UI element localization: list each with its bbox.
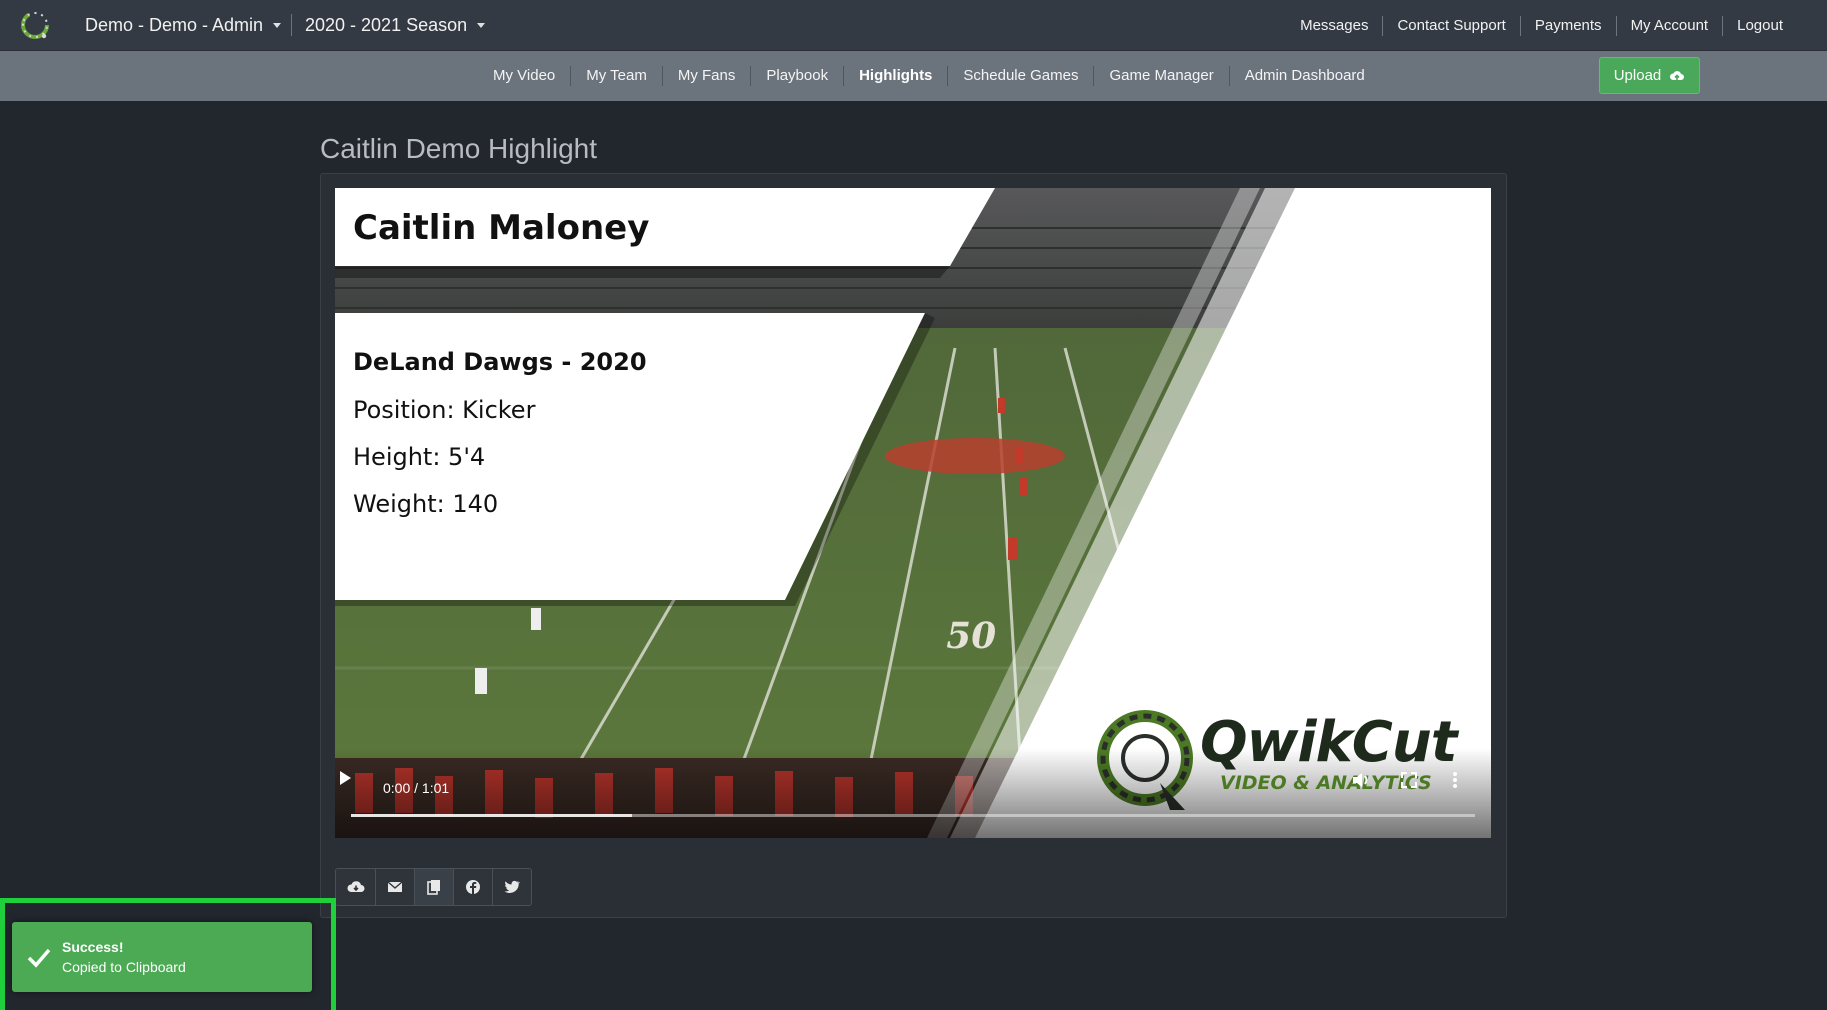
facebook-icon xyxy=(466,880,480,894)
email-button[interactable] xyxy=(375,869,414,905)
nav-my-fans[interactable]: My Fans xyxy=(661,66,751,86)
success-toast[interactable]: Success! Copied to Clipboard xyxy=(12,922,312,992)
link-my-account[interactable]: My Account xyxy=(1615,15,1723,36)
team-line: DeLand Dawgs - 2020 xyxy=(353,348,647,376)
cloud-upload-icon xyxy=(1670,70,1685,81)
toast-title: Success! xyxy=(62,939,124,955)
season-selector-label: 2020 - 2021 Season xyxy=(305,15,468,35)
fullscreen-icon[interactable] xyxy=(1397,768,1421,792)
envelope-icon xyxy=(387,881,403,892)
nav-schedule-games[interactable]: Schedule Games xyxy=(947,66,1093,86)
play-icon[interactable] xyxy=(335,768,355,788)
divider xyxy=(291,14,292,36)
copy-link-button[interactable] xyxy=(414,869,453,905)
time-display: 0:00 / 1:01 xyxy=(383,780,450,796)
main-nav: My Video My Team My Fans Playbook Highli… xyxy=(0,51,1827,101)
nav-highlights[interactable]: Highlights xyxy=(843,66,947,86)
toast-message: Copied to Clipboard xyxy=(62,959,186,975)
upload-button-label: Upload xyxy=(1613,67,1662,84)
link-payments[interactable]: Payments xyxy=(1519,15,1616,36)
facebook-button[interactable] xyxy=(453,869,492,905)
video-player[interactable]: 40 50 xyxy=(335,188,1491,838)
cloud-download-icon xyxy=(346,881,364,892)
volume-icon[interactable] xyxy=(1349,768,1373,792)
nav-admin-dashboard[interactable]: Admin Dashboard xyxy=(1228,66,1380,86)
caret-down-icon xyxy=(273,23,282,28)
field-number-50: 50 xyxy=(942,614,1000,657)
nav-my-team[interactable]: My Team xyxy=(570,66,662,86)
copy-icon xyxy=(427,880,440,895)
height-line: Height: 5'4 xyxy=(353,443,486,471)
brand-name: QwikCut xyxy=(1200,710,1458,775)
checkmark-icon xyxy=(27,948,51,968)
twitter-icon xyxy=(504,880,520,893)
progress-bar[interactable] xyxy=(351,814,1475,817)
buffered-fill xyxy=(351,814,632,817)
org-selector-label: Demo - Demo - Admin xyxy=(85,15,264,35)
link-logout[interactable]: Logout xyxy=(1722,15,1797,36)
nav-my-video[interactable]: My Video xyxy=(478,66,570,86)
more-options-icon[interactable] xyxy=(1443,768,1467,792)
org-selector[interactable]: Demo - Demo - Admin xyxy=(85,15,282,36)
account-links: Messages Contact Support Payments My Acc… xyxy=(1286,0,1797,51)
share-toolbar xyxy=(335,868,532,906)
season-selector[interactable]: 2020 - 2021 Season xyxy=(305,15,486,36)
page-title: Caitlin Demo Highlight xyxy=(320,133,598,164)
qwikcut-logo-icon[interactable] xyxy=(18,8,52,42)
nav-game-manager[interactable]: Game Manager xyxy=(1093,66,1228,86)
player-name: Caitlin Maloney xyxy=(353,208,650,248)
upload-button[interactable]: Upload xyxy=(1599,57,1700,94)
caret-down-icon xyxy=(477,23,486,28)
top-bar: Demo - Demo - Admin 2020 - 2021 Season M… xyxy=(0,0,1827,51)
download-button[interactable] xyxy=(336,869,375,905)
nav-playbook[interactable]: Playbook xyxy=(750,66,843,86)
twitter-button[interactable] xyxy=(492,869,531,905)
position-line: Position: Kicker xyxy=(353,396,536,424)
link-messages[interactable]: Messages xyxy=(1286,16,1382,36)
video-controls: 0:00 / 1:01 xyxy=(335,768,1491,838)
weight-line: Weight: 140 xyxy=(353,490,499,518)
link-contact-support[interactable]: Contact Support xyxy=(1382,15,1519,36)
